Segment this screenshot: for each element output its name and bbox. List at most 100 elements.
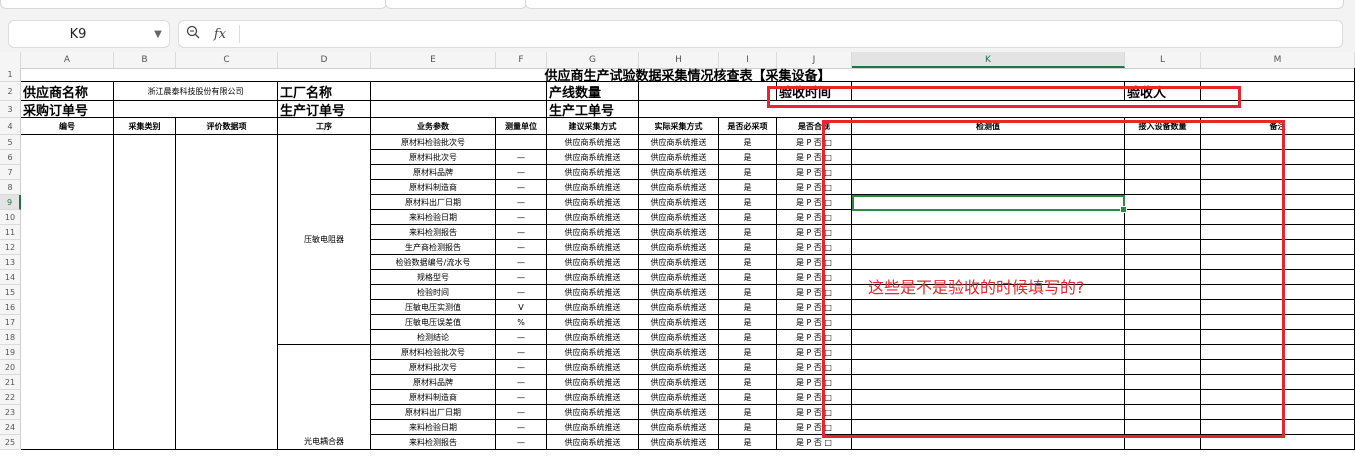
- header-6[interactable]: 测量单位: [496, 118, 547, 135]
- column-header-h[interactable]: H: [639, 52, 719, 68]
- column-header-c[interactable]: C: [176, 52, 278, 68]
- column-header-d[interactable]: D: [278, 52, 371, 68]
- column-header-l[interactable]: L: [1125, 52, 1201, 68]
- factory-label[interactable]: 工厂名称: [278, 82, 371, 101]
- prod-wo-label[interactable]: 生产工单号: [547, 101, 639, 118]
- supplier-value[interactable]: 浙江晨泰科技股份有限公司: [114, 82, 278, 101]
- row-param[interactable]: 原材料品牌: [371, 165, 496, 180]
- row-actual[interactable]: 供应商系统推送: [639, 300, 719, 315]
- factory-value[interactable]: [371, 82, 547, 101]
- row-param[interactable]: 原材料出厂日期: [371, 195, 496, 210]
- row-header-18[interactable]: 18: [0, 330, 21, 345]
- row-header-1[interactable]: 1: [0, 68, 21, 82]
- select-all-corner[interactable]: [0, 52, 21, 68]
- row-suggest[interactable]: 供应商系统推送: [547, 375, 639, 390]
- row-unit[interactable]: —: [496, 255, 547, 270]
- row-must[interactable]: 是: [719, 225, 777, 240]
- row-header-14[interactable]: 14: [0, 270, 21, 285]
- column-header-m[interactable]: M: [1201, 52, 1355, 68]
- row-suggest[interactable]: 供应商系统推送: [547, 360, 639, 375]
- row-actual[interactable]: 供应商系统推送: [639, 165, 719, 180]
- row-unit[interactable]: —: [496, 435, 547, 450]
- row-suggest[interactable]: 供应商系统推送: [547, 150, 639, 165]
- column-header-k[interactable]: K: [852, 52, 1125, 68]
- row-unit[interactable]: —: [496, 420, 547, 435]
- row-actual[interactable]: 供应商系统推送: [639, 195, 719, 210]
- row-header-6[interactable]: 6: [0, 150, 21, 165]
- column-header-f[interactable]: F: [496, 52, 547, 68]
- row-suggest[interactable]: 供应商系统推送: [547, 420, 639, 435]
- line-count-value[interactable]: [639, 82, 777, 101]
- row-unit[interactable]: —: [496, 405, 547, 420]
- row-actual[interactable]: 供应商系统推送: [639, 255, 719, 270]
- row-actual[interactable]: 供应商系统推送: [639, 150, 719, 165]
- row-suggest[interactable]: 供应商系统推送: [547, 180, 639, 195]
- row-param[interactable]: 原材料品牌: [371, 375, 496, 390]
- column-header-b[interactable]: B: [114, 52, 176, 68]
- row-must[interactable]: 是: [719, 165, 777, 180]
- row-param[interactable]: 原材料制造商: [371, 180, 496, 195]
- row-must[interactable]: 是: [719, 360, 777, 375]
- row-actual[interactable]: 供应商系统推送: [639, 360, 719, 375]
- row-param[interactable]: 来料检测报告: [371, 435, 496, 450]
- row-must[interactable]: 是: [719, 150, 777, 165]
- row-unit[interactable]: [496, 135, 547, 150]
- row-header-2[interactable]: 2: [0, 82, 21, 101]
- row-actual[interactable]: 供应商系统推送: [639, 240, 719, 255]
- row-header-19[interactable]: 19: [0, 345, 21, 360]
- row-actual[interactable]: 供应商系统推送: [639, 210, 719, 225]
- row-must[interactable]: 是: [719, 285, 777, 300]
- row-must[interactable]: 是: [719, 270, 777, 285]
- row-must[interactable]: 是: [719, 315, 777, 330]
- row-must[interactable]: 是: [719, 300, 777, 315]
- row-actual[interactable]: 供应商系统推送: [639, 435, 719, 450]
- row-header-12[interactable]: 12: [0, 240, 21, 255]
- row-param[interactable]: 压敏电压实测值: [371, 300, 496, 315]
- sheet-title[interactable]: 供应商生产试验数据采集情况核查表【采集设备】: [21, 68, 1355, 82]
- wo-number-value[interactable]: [371, 101, 547, 118]
- zoom-icon[interactable]: [179, 25, 207, 43]
- row-actual[interactable]: 供应商系统推送: [639, 285, 719, 300]
- row-must[interactable]: 是: [719, 405, 777, 420]
- row-param[interactable]: 原材料出厂日期: [371, 405, 496, 420]
- row-unit[interactable]: —: [496, 150, 547, 165]
- chevron-down-icon[interactable]: ▼: [147, 29, 169, 40]
- row-unit[interactable]: —: [496, 375, 547, 390]
- column-header-e[interactable]: E: [371, 52, 496, 68]
- row-actual[interactable]: 供应商系统推送: [639, 330, 719, 345]
- row-param[interactable]: 原材料检验批次号: [371, 345, 496, 360]
- row-header-4[interactable]: 4: [0, 118, 21, 135]
- row-unit[interactable]: —: [496, 270, 547, 285]
- row-must[interactable]: 是: [719, 345, 777, 360]
- row-must[interactable]: 是: [719, 195, 777, 210]
- row-suggest[interactable]: 供应商系统推送: [547, 330, 639, 345]
- row-suggest[interactable]: 供应商系统推送: [547, 255, 639, 270]
- row-header-16[interactable]: 16: [0, 300, 21, 315]
- process-group-2[interactable]: 光电耦合器: [278, 345, 371, 450]
- row-header-5[interactable]: 5: [0, 135, 21, 150]
- po-number-value[interactable]: [114, 101, 278, 118]
- row-suggest[interactable]: 供应商系统推送: [547, 345, 639, 360]
- name-box[interactable]: K9 ▼: [8, 20, 170, 48]
- header-9[interactable]: 是否必采项: [719, 118, 777, 135]
- row-actual[interactable]: 供应商系统推送: [639, 315, 719, 330]
- row-unit[interactable]: —: [496, 165, 547, 180]
- row-header-9[interactable]: 9: [0, 195, 21, 210]
- row-actual[interactable]: 供应商系统推送: [639, 390, 719, 405]
- row-param[interactable]: 原材料批次号: [371, 150, 496, 165]
- spreadsheet[interactable]: ABCDEFGHIJKLM 1 2 3 4 5 6 7 8 9 10 11 12 13 14 15 16 17 1…: [0, 52, 1355, 461]
- row-param[interactable]: 原材料批次号: [371, 360, 496, 375]
- row-unit[interactable]: —: [496, 285, 547, 300]
- row-suggest[interactable]: 供应商系统推送: [547, 405, 639, 420]
- row-header-8[interactable]: 8: [0, 180, 21, 195]
- row-unit[interactable]: —: [496, 390, 547, 405]
- row-unit[interactable]: —: [496, 210, 547, 225]
- row-must[interactable]: 是: [719, 420, 777, 435]
- row-suggest[interactable]: 供应商系统推送: [547, 390, 639, 405]
- wo-number-label[interactable]: 生产订单号: [278, 101, 371, 118]
- row-param[interactable]: 压敏电压误差值: [371, 315, 496, 330]
- row-header-17[interactable]: 17: [0, 315, 21, 330]
- row-suggest[interactable]: 供应商系统推送: [547, 195, 639, 210]
- row-unit[interactable]: —: [496, 225, 547, 240]
- row-param[interactable]: 原材料检验批次号: [371, 135, 496, 150]
